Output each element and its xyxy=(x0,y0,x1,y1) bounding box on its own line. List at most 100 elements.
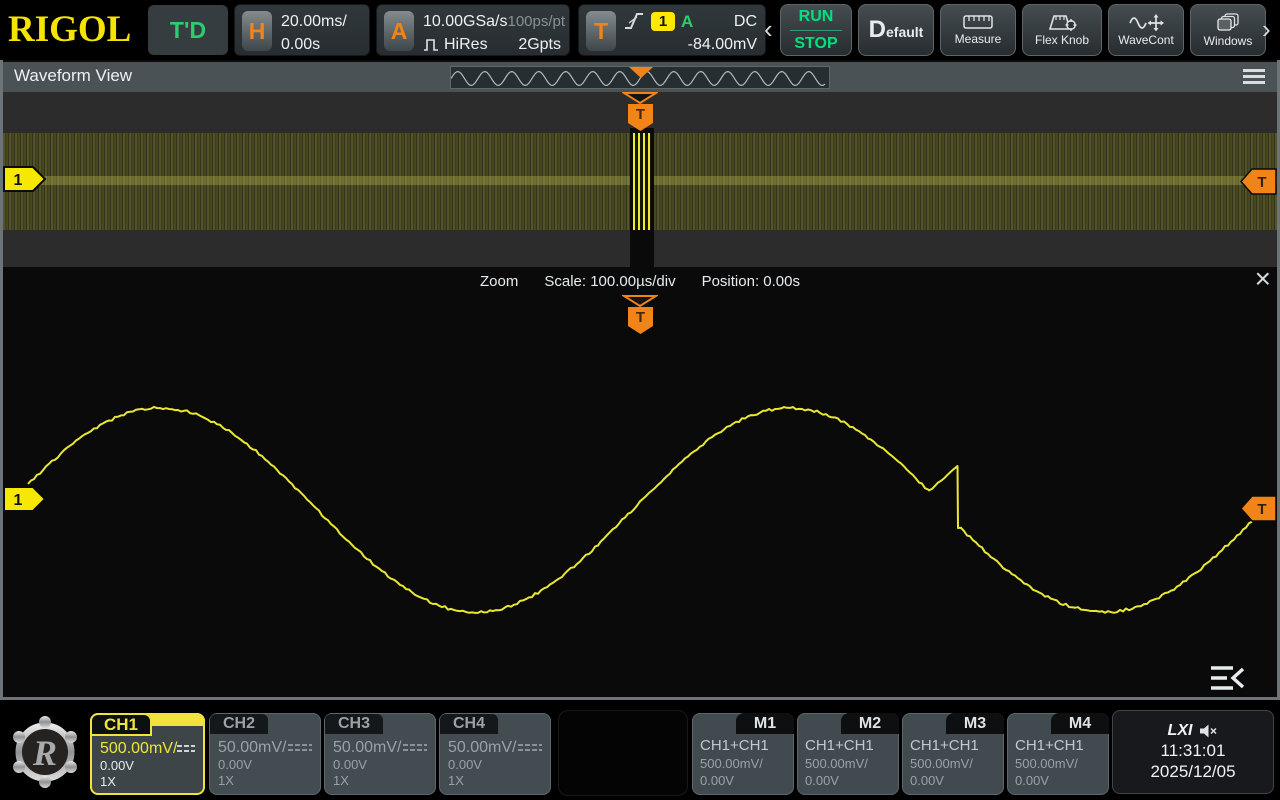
default-button[interactable]: Default xyxy=(858,4,934,56)
trigger-level-marker-upper[interactable]: T xyxy=(1240,168,1277,195)
acquisition-settings-block[interactable]: A 10.00GSa/s 100ps/pt HiRes 2Gpts xyxy=(376,4,570,56)
channel1-tab[interactable]: CH1 xyxy=(90,713,152,736)
channel1-marker-upper[interactable]: 1 xyxy=(3,166,46,192)
channel4-tab[interactable]: CH4 xyxy=(440,714,498,734)
channel1-waveform xyxy=(28,407,1252,613)
rising-edge-icon xyxy=(623,9,645,33)
m2-expression: CH1+CH1 xyxy=(805,736,891,755)
trigger-level-marker-zoom[interactable]: T xyxy=(1240,495,1277,522)
zoom-header: Zoom Scale: 100.00µs/div Position: 0.00s xyxy=(3,267,1277,295)
trigger-position-tag-zoom[interactable]: T xyxy=(627,306,654,335)
rigol-logo: RIGOL xyxy=(8,8,131,51)
dot-time: 100ps/pt xyxy=(508,10,566,33)
trigger-source-badge: 1 xyxy=(651,12,675,31)
svg-text:1: 1 xyxy=(14,172,23,189)
waveform-view-header: Waveform View xyxy=(3,62,1277,92)
channel4-block[interactable]: CH4 50.00mV/ 0.00V 1X xyxy=(439,713,551,795)
ch3-offset: 0.00V xyxy=(333,757,427,773)
lxi-logo: LXI xyxy=(1168,722,1193,740)
ch2-scale: 50.00mV/ xyxy=(218,738,286,757)
run-stop-button[interactable]: RUN STOP xyxy=(780,4,852,56)
ch3-probe: 1X xyxy=(333,773,427,789)
svg-text:T: T xyxy=(636,106,645,123)
toolbar-scroll-right[interactable]: › xyxy=(1262,12,1271,46)
ch2-probe: 1X xyxy=(218,773,312,789)
windows-button[interactable]: Windows xyxy=(1190,4,1266,56)
m1-scale: 500.00mV/ xyxy=(700,755,786,772)
wavecont-label: WaveCont xyxy=(1118,33,1174,47)
bottom-status-bar: R CH1 500.00mV/ 0.00V 1X CH2 50.00mV/ 0.… xyxy=(0,700,1280,800)
ruler-icon xyxy=(963,15,993,30)
math4-tab[interactable]: M4 xyxy=(1051,713,1109,734)
channel3-block[interactable]: CH3 50.00mV/ 0.00V 1X xyxy=(324,713,436,795)
acq-mode: HiRes xyxy=(444,33,488,56)
ch2-offset: 0.00V xyxy=(218,757,312,773)
math2-block[interactable]: M2 CH1+CH1 500.00mV/ 0.00V xyxy=(797,713,899,795)
channel3-tab[interactable]: CH3 xyxy=(325,714,383,734)
top-status-bar: RIGOL T'D H 20.00ms/ 0.00s A 10.00GSa/s … xyxy=(0,0,1280,60)
svg-text:T: T xyxy=(1257,174,1266,191)
measure-button[interactable]: Measure xyxy=(940,4,1016,56)
flex-knob-label: Flex Knob xyxy=(1035,33,1089,47)
trigger-settings-block[interactable]: T 1 A DC -84.00mV xyxy=(578,4,766,56)
knob-icon xyxy=(1046,14,1078,31)
zoom-scale: Scale: 100.00µs/div xyxy=(544,273,675,290)
channel2-tab[interactable]: CH2 xyxy=(210,714,268,734)
trigger-position-tag-upper[interactable]: T xyxy=(627,103,654,132)
close-zoom-icon[interactable]: × xyxy=(1255,265,1271,293)
math2-tab[interactable]: M2 xyxy=(841,713,899,734)
m4-expression: CH1+CH1 xyxy=(1015,736,1101,755)
trigger-status-badge: T'D xyxy=(148,5,228,55)
channel1-marker-zoom[interactable]: 1 xyxy=(3,486,46,512)
zoom-waveform-area[interactable]: T 1 T xyxy=(3,295,1277,697)
m3-offset: 0.00V xyxy=(910,772,996,789)
channel2-block[interactable]: CH2 50.00mV/ 0.00V 1X xyxy=(209,713,321,795)
zoom-window-column[interactable] xyxy=(630,128,654,267)
timeline-overview[interactable] xyxy=(450,66,830,89)
wavecont-button[interactable]: WaveCont xyxy=(1108,4,1184,56)
system-status-block[interactable]: LXI 11:31:01 2025/12/05 xyxy=(1112,710,1274,794)
m4-scale: 500.00mV/ xyxy=(1015,755,1101,772)
coupling-dashes-icon xyxy=(518,743,542,753)
ch1-offset: 0.00V xyxy=(100,758,195,774)
trigger-level: -84.00mV xyxy=(688,33,757,56)
windows-icon xyxy=(1216,13,1240,32)
coupling-dashes-icon xyxy=(403,743,427,753)
flex-knob-button[interactable]: Flex Knob xyxy=(1022,4,1102,56)
toolbar-scroll-left[interactable]: ‹ xyxy=(764,12,773,46)
math1-block[interactable]: M1 CH1+CH1 500.00mV/ 0.00V xyxy=(692,713,794,795)
oscilloscope-screen: RIGOL T'D H 20.00ms/ 0.00s A 10.00GSa/s … xyxy=(0,0,1280,800)
svg-text:1: 1 xyxy=(14,492,23,509)
horizontal-icon: H xyxy=(242,11,272,51)
horizontal-scale: 20.00ms/ xyxy=(281,10,347,33)
m3-scale: 500.00mV/ xyxy=(910,755,996,772)
menu-icon[interactable] xyxy=(1243,69,1265,87)
overview-waveform-area[interactable]: T 1 T xyxy=(3,92,1277,267)
horizontal-settings-block[interactable]: H 20.00ms/ 0.00s xyxy=(234,4,370,56)
trigger-coupling: DC xyxy=(734,10,757,33)
ch4-probe: 1X xyxy=(448,773,542,789)
math4-block[interactable]: M4 CH1+CH1 500.00mV/ 0.00V xyxy=(1007,713,1109,795)
ch4-offset: 0.00V xyxy=(448,757,542,773)
waveform-frame: Waveform View T xyxy=(0,60,1280,700)
zoom-position: Position: 0.00s xyxy=(702,273,800,290)
zoom-label: Zoom xyxy=(480,273,518,290)
waveform-view-title: Waveform View xyxy=(14,66,132,86)
sample-rate: 10.00GSa/s xyxy=(423,10,508,33)
math3-block[interactable]: M3 CH1+CH1 500.00mV/ 0.00V xyxy=(902,713,1004,795)
channel1-block[interactable]: CH1 500.00mV/ 0.00V 1X xyxy=(90,713,205,795)
math1-tab[interactable]: M1 xyxy=(736,713,794,734)
collapse-menu-icon[interactable] xyxy=(1207,663,1249,693)
memory-depth: 2Gpts xyxy=(518,33,561,56)
m2-offset: 0.00V xyxy=(805,772,891,789)
square-wave-icon xyxy=(423,38,440,51)
m4-offset: 0.00V xyxy=(1015,772,1101,789)
math3-tab[interactable]: M3 xyxy=(946,713,1004,734)
rigol-gear-logo[interactable]: R xyxy=(8,713,82,791)
svg-text:R: R xyxy=(32,733,57,773)
system-date: 2025/12/05 xyxy=(1150,762,1235,782)
horizontal-position: 0.00s xyxy=(281,33,320,56)
toolbar: RUN STOP Default Measure xyxy=(780,4,1266,56)
measure-label: Measure xyxy=(955,32,1002,46)
ch4-scale: 50.00mV/ xyxy=(448,738,516,757)
